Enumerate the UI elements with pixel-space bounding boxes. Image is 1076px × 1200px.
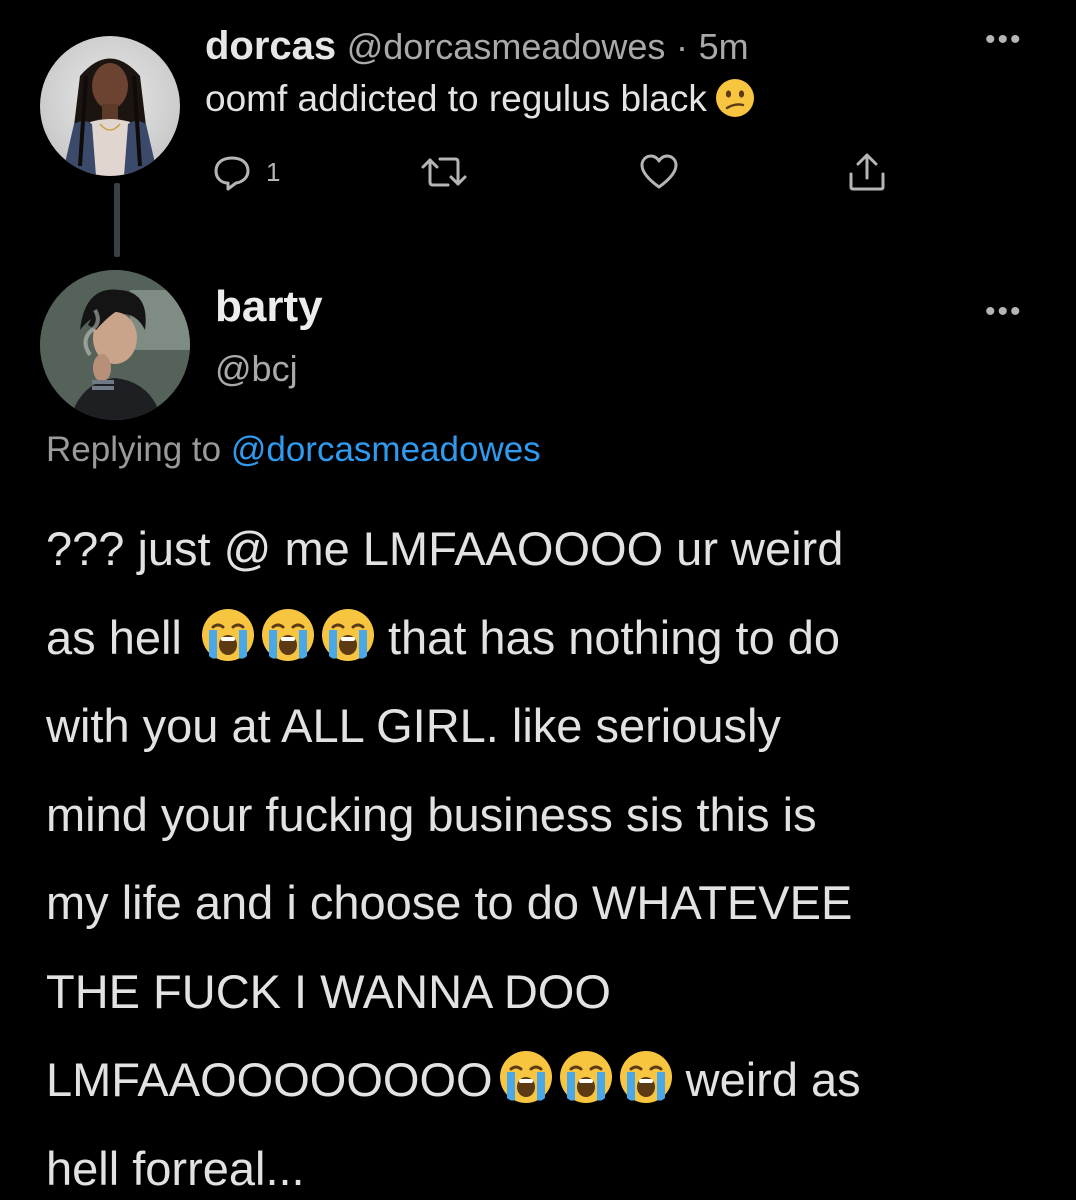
like-button[interactable]	[637, 150, 681, 194]
tweet2-text-line: mind your fucking business sis this is	[46, 787, 817, 841]
tweet1-header: dorcas @dorcasmeadowes · 5m	[205, 24, 749, 69]
barty-portrait-image	[40, 270, 190, 420]
dorcas-avatar[interactable]	[40, 36, 180, 176]
tweet-thread-view: dorcas @dorcasmeadowes · 5m ••• oomf add…	[0, 0, 1076, 1200]
share-button[interactable]	[845, 150, 889, 194]
tweet2-author-name[interactable]: barty	[215, 282, 323, 332]
tweet1-author-handle[interactable]: @dorcasmeadowes	[347, 26, 666, 67]
tweet1-text-content: oomf addicted to regulus black	[205, 78, 707, 119]
loudly-crying-face-emoji-icon	[618, 1050, 673, 1104]
tweet2-text-line: with you at ALL GIRL. like seriously	[46, 699, 781, 752]
tweet2-text-line: my life and i choose to do WHATEVEE	[46, 876, 853, 929]
loudly-crying-face-emoji-icon	[260, 607, 315, 662]
tweet2-text-segment: weird as	[685, 1053, 861, 1106]
share-icon	[849, 153, 885, 191]
tweet2-text-line: as hell that has nothing to do	[46, 594, 1046, 683]
tweet2-more-options-icon[interactable]: •••	[985, 297, 1023, 327]
retweet-icon	[421, 157, 467, 187]
tweet1-separator: ·	[676, 26, 688, 67]
tweet2-author-handle[interactable]: @bcj	[215, 348, 298, 390]
tweet1-author-name[interactable]: dorcas	[205, 24, 336, 68]
tweet2-text-line: THE FUCK I WANNA DOO	[46, 964, 611, 1018]
loudly-crying-face-emoji-icon	[558, 1050, 613, 1104]
tweet1-more-options-icon[interactable]: •••	[985, 25, 1023, 55]
tweet2-text-line: hell forreal...	[46, 1141, 305, 1195]
loudly-crying-face-emoji-icon	[320, 607, 375, 662]
confused-face-emoji-icon	[715, 79, 754, 117]
heart-icon	[640, 154, 678, 189]
thread-connector-line	[114, 183, 120, 257]
tweet2-text-segment: that has nothing to do	[387, 610, 841, 664]
replying-to-line: Replying to @dorcasmeadowes	[46, 430, 541, 470]
tweet2-text-line: ??? just @ me LMFAAOOOO ur weird	[46, 522, 844, 575]
tweet1-text: oomf addicted to regulus black	[205, 76, 755, 122]
replying-to-mention-link[interactable]: @dorcasmeadowes	[231, 430, 541, 469]
retweet-button[interactable]	[420, 150, 468, 194]
tweet2-text-segment: LMFAAOOOOOOOO	[46, 1053, 493, 1106]
tweet2-text-line: LMFAAOOOOOOOO weird as	[46, 1036, 1046, 1125]
tweet1-timestamp[interactable]: 5m	[699, 26, 749, 67]
tweet1-action-bar: 1	[205, 150, 905, 200]
reply-count: 1	[266, 156, 281, 187]
replying-to-prefix: Replying to	[46, 430, 222, 469]
tweet2-text: ??? just @ me LMFAAOOOO ur weird as hell…	[46, 505, 1046, 1200]
loudly-crying-face-emoji-icon	[200, 607, 255, 662]
loudly-crying-face-emoji-icon	[498, 1050, 553, 1104]
dorcas-portrait-image	[62, 58, 158, 176]
barty-avatar[interactable]	[40, 270, 190, 420]
reply-icon	[214, 156, 250, 191]
reply-button[interactable]: 1	[210, 150, 280, 194]
tweet2-text-segment: as hell	[46, 610, 182, 664]
